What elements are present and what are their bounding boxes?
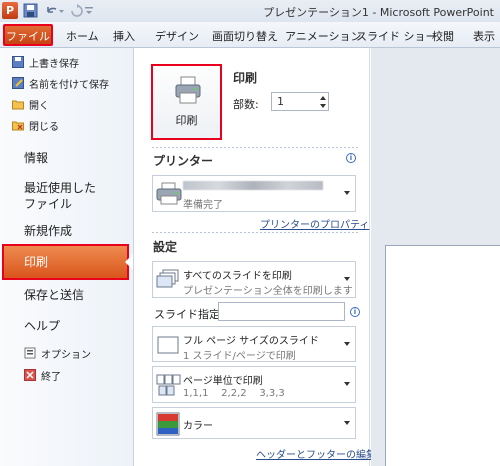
nav-help[interactable]: ヘルプ xyxy=(24,318,60,334)
nav-open-label: 開く xyxy=(29,100,49,112)
copies-label: 部数: xyxy=(233,98,259,111)
printer-heading: プリンター xyxy=(153,154,214,168)
color-title: カラー xyxy=(183,421,213,432)
full-page-slide-icon xyxy=(157,336,179,354)
nav-save-as[interactable]: 名前を付けて保存 xyxy=(12,74,109,92)
tab-file[interactable]: ファイル xyxy=(3,24,53,46)
nav-overwrite-save-label: 上書き保存 xyxy=(29,58,79,70)
nav-recent-line2: ファイル xyxy=(24,197,73,211)
spin-up-icon[interactable] xyxy=(320,96,326,100)
tab-transitions[interactable]: 画面切り替え xyxy=(212,28,278,44)
slides-input[interactable] xyxy=(218,302,345,321)
collate-title: ページ単位で印刷 xyxy=(183,376,263,387)
nav-options-label: オプション xyxy=(41,349,91,361)
exit-icon xyxy=(24,369,36,381)
color-swatch-icon xyxy=(156,412,180,436)
save-as-icon xyxy=(12,77,24,89)
nav-save-as-label: 名前を付けて保存 xyxy=(29,79,109,91)
info-icon[interactable]: i xyxy=(346,153,356,163)
collate-desc: 1,1,1 2,2,2 3,3,3 xyxy=(183,388,285,399)
preview-page xyxy=(385,245,500,466)
chevron-down-icon xyxy=(344,342,350,346)
printer-dropdown[interactable]: 準備完了 xyxy=(152,175,356,212)
printer-properties-link[interactable]: プリンターのプロパティ xyxy=(260,216,369,231)
nav-recent[interactable]: 最近使用した ファイル xyxy=(24,180,96,212)
all-slides-icon xyxy=(156,269,179,288)
printer-name-blurred xyxy=(183,181,323,190)
save-icon xyxy=(12,56,24,68)
slides-label: スライド指定: xyxy=(154,308,224,321)
nav-info[interactable]: 情報 xyxy=(24,150,48,166)
window-title: プレゼンテーション1 - Microsoft PowerPoint xyxy=(263,6,494,19)
print-button[interactable]: 印刷 xyxy=(151,64,222,140)
copies-value: 1 xyxy=(277,95,284,108)
nav-new[interactable]: 新規作成 xyxy=(24,223,72,239)
nav-options[interactable]: オプション xyxy=(24,344,91,362)
nav-recent-line1: 最近使用した xyxy=(24,181,97,195)
divider xyxy=(152,147,360,148)
ribbon-tab-bar: ファイル ホーム 挿入 デザイン 画面切り替え アニメーション スライド ショー… xyxy=(0,22,500,48)
tab-insert[interactable]: 挿入 xyxy=(113,28,135,44)
chevron-down-icon xyxy=(344,277,350,281)
customize-qat-icon[interactable] xyxy=(84,3,94,18)
title-bar: P プレゼンテーション1 - Microsoft PowerPoint xyxy=(0,0,500,22)
printer-icon xyxy=(175,76,201,104)
layout-dropdown[interactable]: フル ページ サイズのスライド 1 スライド/ページで印刷 xyxy=(152,326,356,362)
collate-dropdown[interactable]: ページ単位で印刷 1,1,1 2,2,2 3,3,3 xyxy=(152,366,356,403)
save-icon[interactable] xyxy=(23,3,38,18)
nav-close[interactable]: 閉じる xyxy=(12,116,59,134)
layout-title: フル ページ サイズのスライド xyxy=(183,336,319,347)
print-range-title: すべてのスライドを印刷 xyxy=(183,271,292,282)
nav-print[interactable]: 印刷 xyxy=(2,244,129,280)
undo-icon[interactable] xyxy=(44,3,59,18)
tab-slide-show[interactable]: スライド ショー xyxy=(356,28,437,44)
chevron-down-icon xyxy=(344,421,350,425)
redo-icon[interactable] xyxy=(68,3,83,18)
nav-print-pointer xyxy=(125,254,133,270)
close-folder-icon xyxy=(12,121,24,131)
spin-down-icon[interactable] xyxy=(320,104,326,108)
nav-open[interactable]: 開く xyxy=(12,95,49,113)
tab-review[interactable]: 校閲 xyxy=(432,28,454,44)
info-icon[interactable]: i xyxy=(350,307,360,317)
powerpoint-logo-icon[interactable]: P xyxy=(2,2,18,19)
nav-exit[interactable]: 終了 xyxy=(24,366,61,384)
chevron-down-icon xyxy=(344,382,350,386)
print-heading: 印刷 xyxy=(233,71,258,85)
chevron-down-icon xyxy=(344,191,350,195)
print-range-dropdown[interactable]: すべてのスライドを印刷 プレゼンテーション全体を印刷します xyxy=(152,261,356,298)
tab-animations[interactable]: アニメーション xyxy=(285,28,362,44)
settings-heading: 設定 xyxy=(153,240,178,254)
undo-dropdown-icon[interactable] xyxy=(58,3,65,18)
nav-overwrite-save[interactable]: 上書き保存 xyxy=(12,53,79,71)
printer-status: 準備完了 xyxy=(183,200,223,211)
nav-close-label: 閉じる xyxy=(29,121,59,133)
printer-icon xyxy=(156,182,182,205)
options-icon xyxy=(24,347,36,359)
divider xyxy=(152,232,360,233)
tab-view[interactable]: 表示 xyxy=(473,28,495,44)
tab-design[interactable]: デザイン xyxy=(155,28,199,44)
copies-input[interactable]: 1 xyxy=(271,92,329,111)
nav-save-send[interactable]: 保存と送信 xyxy=(24,287,84,303)
tab-home[interactable]: ホーム xyxy=(66,28,99,44)
layout-desc: 1 スライド/ページで印刷 xyxy=(183,351,296,362)
print-button-label: 印刷 xyxy=(175,114,198,127)
color-dropdown[interactable]: カラー xyxy=(152,407,356,439)
print-range-desc: プレゼンテーション全体を印刷します xyxy=(183,286,353,297)
collate-icon xyxy=(156,374,181,396)
nav-exit-label: 終了 xyxy=(41,371,61,383)
header-footer-link[interactable]: ヘッダーとフッターの編集 xyxy=(256,446,376,461)
open-folder-icon xyxy=(12,100,24,110)
